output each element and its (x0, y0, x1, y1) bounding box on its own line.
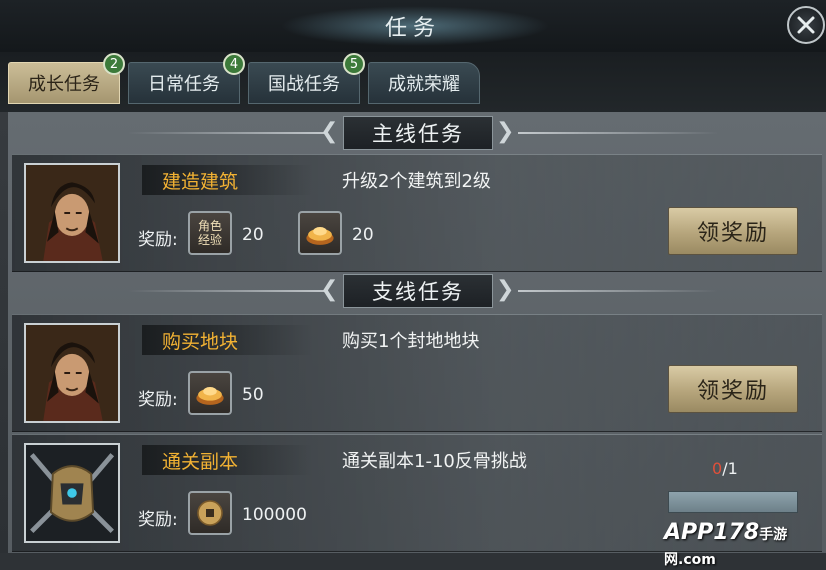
progress-total: /1 (722, 459, 738, 478)
copper-coin-icon[interactable] (188, 491, 232, 535)
chevron-left-icon: ❮ (320, 277, 339, 302)
window-title: 任务 (384, 16, 441, 41)
tab-label: 成就荣耀 (388, 74, 460, 95)
warrior-portrait-icon (26, 165, 118, 261)
reward-quantity: 100000 (242, 505, 307, 525)
game-window: 任务 成长任务 2 日常任务 4 国战任务 5 成就荣耀 ❮ 主线任务 ❯ 建造… (0, 0, 826, 568)
reward-label: 奖励: (138, 230, 178, 250)
armored-helmet-icon (26, 445, 118, 541)
tab-label: 成长任务 (28, 74, 100, 95)
tab-badge: 2 (103, 53, 125, 75)
divider (128, 290, 328, 292)
quest-panel: ❮ 主线任务 ❯ 建造建筑 升级2个建筑到2级 奖励: 角色 经验 20 20 … (8, 112, 826, 553)
hero-portrait (24, 163, 120, 263)
quest-description: 购买1个封地地块 (342, 331, 480, 352)
divider (518, 290, 718, 292)
section-title-main: 主线任务 (343, 116, 493, 150)
quest-name: 建造建筑 (162, 171, 239, 193)
claim-reward-button[interactable]: 领奖励 (668, 207, 798, 255)
tab-growth-quests[interactable]: 成长任务 2 (8, 53, 125, 104)
quest-row: 建造建筑 升级2个建筑到2级 奖励: 角色 经验 20 20 领奖励 (12, 154, 822, 272)
chevron-right-icon: ❯ (496, 119, 515, 144)
quest-name: 通关副本 (162, 451, 239, 473)
role-exp-text: 经验 (197, 233, 222, 247)
reward-quantity: 20 (242, 225, 264, 245)
site-watermark: APP178手游网.com (664, 520, 826, 570)
tab-daily-quests[interactable]: 日常任务 4 (128, 53, 245, 104)
title-bar: 任务 (0, 0, 826, 53)
role-exp-icon[interactable]: 角色 经验 (188, 211, 232, 255)
gold-ingot-icon[interactable] (298, 211, 342, 255)
divider (128, 132, 328, 134)
tab-label: 国战任务 (268, 74, 340, 95)
quest-description: 通关副本1-10反骨挑战 (342, 451, 527, 472)
tab-badge: 4 (223, 53, 245, 75)
gold-ingot-icon[interactable] (188, 371, 232, 415)
quest-row: 购买地块 购买1个封地地块 奖励: 50 领奖励 (12, 314, 822, 432)
tab-nation-war-quests[interactable]: 国战任务 5 (248, 53, 365, 104)
chevron-right-icon: ❯ (496, 277, 515, 302)
progress-current: 0 (712, 459, 723, 478)
role-exp-text: 角色 (197, 219, 222, 233)
tab-label: 日常任务 (148, 74, 220, 95)
quest-name: 购买地块 (162, 331, 239, 353)
watermark-domain: .com (678, 552, 716, 568)
watermark-brand: APP178 (664, 520, 760, 545)
reward-label: 奖励: (138, 390, 178, 410)
tab-achievements[interactable]: 成就荣耀 (368, 62, 480, 104)
close-icon (797, 16, 815, 34)
section-header-main: ❮ 主线任务 ❯ (8, 116, 826, 150)
progress-bar (668, 491, 798, 513)
claim-reward-button[interactable]: 领奖励 (668, 365, 798, 413)
close-button[interactable] (787, 6, 825, 44)
reward-quantity: 20 (352, 225, 374, 245)
hero-portrait (24, 443, 120, 543)
section-header-side: ❮ 支线任务 ❯ (8, 274, 826, 308)
divider (518, 132, 718, 134)
reward-quantity: 50 (242, 385, 264, 405)
tab-strip: 成长任务 2 日常任务 4 国战任务 5 成就荣耀 (0, 52, 826, 112)
chevron-left-icon: ❮ (320, 119, 339, 144)
warrior-portrait-icon (26, 325, 118, 421)
tab-badge: 5 (343, 53, 365, 75)
quest-progress: 0/1 (712, 459, 738, 478)
section-title-side: 支线任务 (343, 274, 493, 308)
quest-description: 升级2个建筑到2级 (342, 171, 491, 192)
hero-portrait (24, 323, 120, 423)
reward-label: 奖励: (138, 510, 178, 530)
